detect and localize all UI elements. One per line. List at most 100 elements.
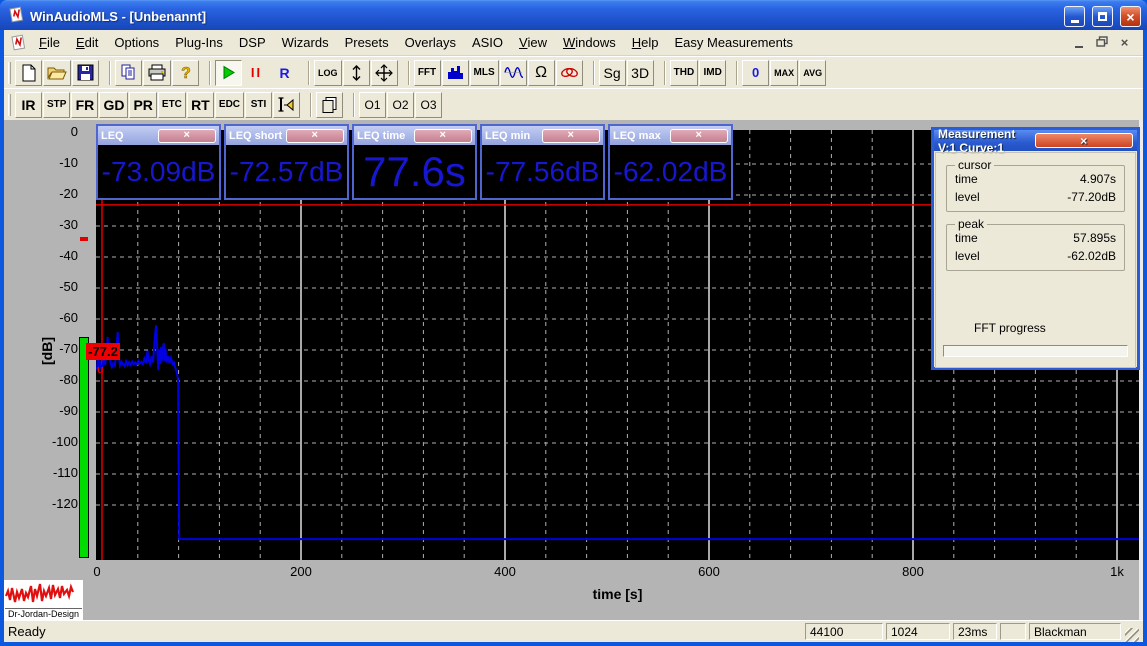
menu-windows[interactable]: Windows — [555, 32, 624, 53]
fft-button[interactable]: FFT — [414, 60, 441, 86]
log-scale-button[interactable]: LOG — [314, 60, 342, 86]
app-window: WinAudioMLS - [Unbenannt] × FileEditOpti… — [0, 0, 1147, 646]
mdi-close-button[interactable]: × — [1116, 35, 1133, 50]
edc-button[interactable]: EDC — [215, 92, 244, 118]
zero-button[interactable]: 0 — [742, 60, 769, 86]
measurement-panel: Measurement V:1 Curve:1 × cursor time 4.… — [931, 127, 1140, 370]
y-tick-label: -30 — [8, 217, 78, 233]
overlay2-button[interactable]: O2 — [387, 92, 414, 118]
menu-help[interactable]: Help — [624, 32, 667, 53]
leq-panel-leq-short: LEQ short×-72.57dB — [224, 124, 349, 200]
overlay3-button[interactable]: O3 — [415, 92, 442, 118]
menu-asio[interactable]: ASIO — [464, 32, 511, 53]
menu-options[interactable]: Options — [106, 32, 167, 53]
menu-dsp[interactable]: DSP — [231, 32, 274, 53]
leq-panel-titlebar[interactable]: LEQ time× — [354, 126, 475, 145]
avg-button[interactable]: AVG — [799, 60, 826, 86]
mdi-minimize-button[interactable] — [1070, 35, 1087, 50]
resize-grip[interactable] — [1125, 628, 1139, 642]
mls-button[interactable]: MLS — [470, 60, 499, 86]
pause-button[interactable]: II — [243, 60, 270, 86]
y-tick-label: -20 — [8, 186, 78, 202]
menu-easy-measurements[interactable]: Easy Measurements — [666, 32, 801, 53]
signal-generator-button[interactable]: Sg — [599, 60, 626, 86]
etc-button[interactable]: ETC — [158, 92, 186, 118]
help-question-icon: ? — [179, 64, 193, 82]
rt-button[interactable]: RT — [187, 92, 214, 118]
threed-button-label: 3D — [631, 65, 649, 81]
cursor-group-label: cursor — [955, 158, 994, 172]
toolbar-separator — [593, 61, 595, 85]
pr-button[interactable]: PR — [129, 92, 156, 118]
new-button[interactable] — [15, 60, 42, 86]
menu-presets[interactable]: Presets — [337, 32, 397, 53]
menu-view[interactable]: View — [511, 32, 555, 53]
pan-button[interactable] — [371, 60, 398, 86]
svg-text:?: ? — [181, 65, 191, 82]
toolbar-group: 0MAXAVG — [742, 60, 827, 86]
mdi-restore-button[interactable] — [1093, 35, 1110, 50]
generator-output-button[interactable] — [273, 92, 300, 118]
menu-plug-ins[interactable]: Plug-Ins — [167, 32, 231, 53]
gd-button[interactable]: GD — [99, 92, 128, 118]
fr-button[interactable]: FR — [71, 92, 98, 118]
minimize-button[interactable] — [1064, 6, 1085, 27]
thd-button[interactable]: THD — [670, 60, 699, 86]
impedance-button-label: Ω — [535, 64, 547, 82]
x-tick-label: 1k — [1095, 564, 1139, 580]
leq-panel-close-button[interactable]: × — [158, 129, 217, 143]
help-button[interactable]: ? — [172, 60, 199, 86]
x-tick-label: 400 — [483, 564, 527, 580]
leq-panel-titlebar[interactable]: LEQ× — [98, 126, 219, 145]
imd-button[interactable]: IMD — [699, 60, 726, 86]
record-button[interactable]: R — [271, 60, 298, 86]
chart-client-area: [dB] time [s] -77.2 u LEQ×-73.09dBLEQ sh… — [4, 120, 1143, 620]
sine-wave-icon — [504, 65, 523, 80]
x-tick-label: 800 — [891, 564, 935, 580]
vertical-zoom-button[interactable] — [343, 60, 370, 86]
measurement-panel-close-button[interactable]: × — [1035, 133, 1134, 148]
main-toolbar-groups: ? IIR LOG FFT MLS Ω Sg 3D THDIMD 0MAXAVG — [15, 60, 832, 86]
menu-wizards[interactable]: Wizards — [274, 32, 337, 53]
stp-button[interactable]: STP — [43, 92, 70, 118]
play-button[interactable] — [215, 60, 242, 86]
logo-text: Dr-Jordan-Design — [5, 608, 82, 619]
copy-pages-icon — [120, 64, 137, 81]
overlay3-button-label: O3 — [421, 98, 437, 112]
overlay1-button[interactable]: O1 — [359, 92, 386, 118]
max-button[interactable]: MAX — [770, 60, 798, 86]
leq-panel-close-button[interactable]: × — [414, 129, 473, 143]
print-button[interactable] — [143, 60, 171, 86]
title-bar[interactable]: WinAudioMLS - [Unbenannt] × — [0, 0, 1147, 30]
impedance-button[interactable]: Ω — [528, 60, 555, 86]
leq-panel-titlebar[interactable]: LEQ short× — [226, 126, 347, 145]
leq-panel-titlebar[interactable]: LEQ max× — [610, 126, 731, 145]
leq-panel-close-button[interactable]: × — [286, 129, 345, 143]
toolbar-grip[interactable] — [8, 62, 11, 84]
measurement-panel-titlebar[interactable]: Measurement V:1 Curve:1 × — [934, 130, 1137, 151]
oscilloscope-button[interactable] — [500, 60, 527, 86]
overlay2-button-label: O2 — [393, 98, 409, 112]
maximize-button[interactable] — [1092, 6, 1113, 27]
toolbar-separator — [736, 61, 738, 85]
open-button[interactable] — [43, 60, 71, 86]
ir-button[interactable]: IR — [15, 92, 42, 118]
leq-panel-close-button[interactable]: × — [670, 129, 729, 143]
copy-button[interactable] — [115, 60, 142, 86]
leq-panel-titlebar[interactable]: LEQ min× — [482, 126, 603, 145]
sti-button[interactable]: STI — [245, 92, 272, 118]
menu-edit[interactable]: Edit — [68, 32, 106, 53]
new-window-button[interactable] — [316, 92, 343, 118]
save-button[interactable] — [72, 60, 99, 86]
close-button[interactable]: × — [1120, 6, 1141, 27]
spectrum-button[interactable] — [442, 60, 469, 86]
polar-button[interactable] — [556, 60, 583, 86]
peak-level-value: -62.02dB — [1067, 247, 1116, 265]
menu-file[interactable]: File — [31, 32, 68, 53]
threed-button[interactable]: 3D — [627, 60, 654, 86]
leq-panel-close-button[interactable]: × — [542, 129, 601, 143]
y-tick-label: -90 — [8, 403, 78, 419]
menu-overlays[interactable]: Overlays — [397, 32, 464, 53]
play-triangle-icon — [221, 65, 236, 80]
toolbar-grip[interactable] — [8, 94, 11, 116]
